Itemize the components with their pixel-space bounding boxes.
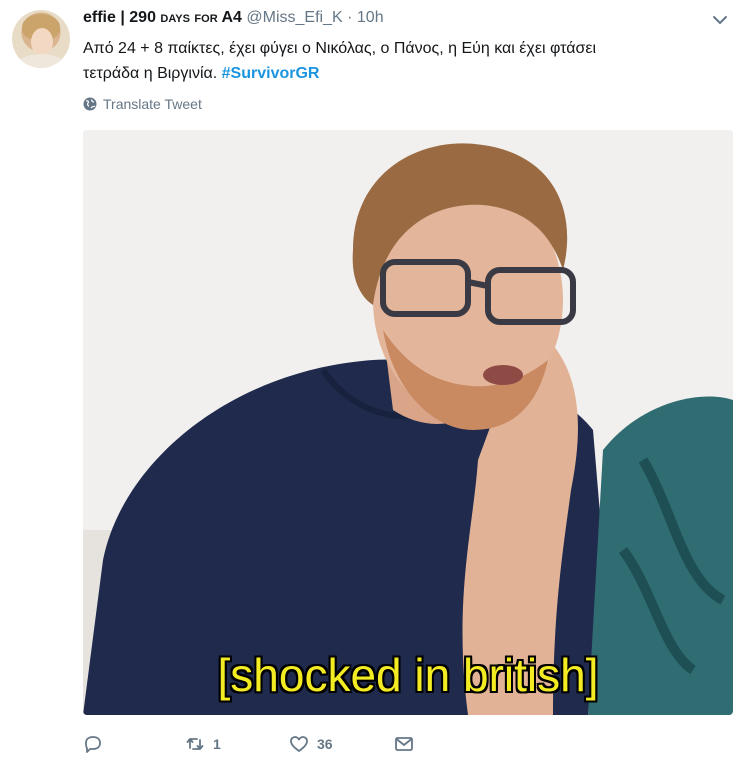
reply-icon xyxy=(85,736,101,753)
tweet-card[interactable]: effie | 290 days for A4 @Miss_Efi_K · 10… xyxy=(0,0,745,768)
like-count: 36 xyxy=(317,736,333,752)
tweet-text-line-1: Από 24 + 8 παίκτες, έχει φύγει ο Νικόλας… xyxy=(83,40,597,57)
like-icon xyxy=(290,736,308,752)
display-name[interactable]: effie | 290 days for A4 xyxy=(83,9,242,26)
avatar-shoulders xyxy=(16,54,66,68)
hashtag-link[interactable]: #SurvivorGR xyxy=(222,65,320,82)
tweet-text: Από 24 + 8 παίκτες, έχει φύγει ο Νικόλας… xyxy=(83,36,723,86)
tweet-text-line-2: τετράδα η Βιργινία. #SurvivorGR xyxy=(83,65,320,82)
globe-icon xyxy=(83,97,97,111)
avatar[interactable] xyxy=(12,10,70,68)
avatar-face xyxy=(31,28,53,56)
retweet-count: 1 xyxy=(213,736,221,752)
user-handle[interactable]: @Miss_Efi_K xyxy=(246,9,342,26)
tweet-header: effie | 290 days for A4 @Miss_Efi_K · 10… xyxy=(83,9,384,27)
chevron-down-icon[interactable] xyxy=(710,10,730,30)
translate-label: Translate Tweet xyxy=(103,96,202,112)
reply-button[interactable] xyxy=(83,734,103,754)
header-separator: · xyxy=(347,9,353,26)
translate-tweet-link[interactable]: Translate Tweet xyxy=(83,96,202,112)
tweet-timestamp[interactable]: 10h xyxy=(357,9,384,26)
media-caption: [shocked in british] xyxy=(217,649,599,701)
direct-message-button[interactable] xyxy=(394,734,414,754)
tweet-media-image[interactable]: [shocked in british] xyxy=(83,130,733,715)
dm-icon xyxy=(395,737,413,751)
retweet-icon xyxy=(186,738,204,750)
like-button[interactable]: 36 xyxy=(289,734,333,754)
retweet-button[interactable]: 1 xyxy=(185,734,221,754)
media-illustration xyxy=(83,130,733,715)
